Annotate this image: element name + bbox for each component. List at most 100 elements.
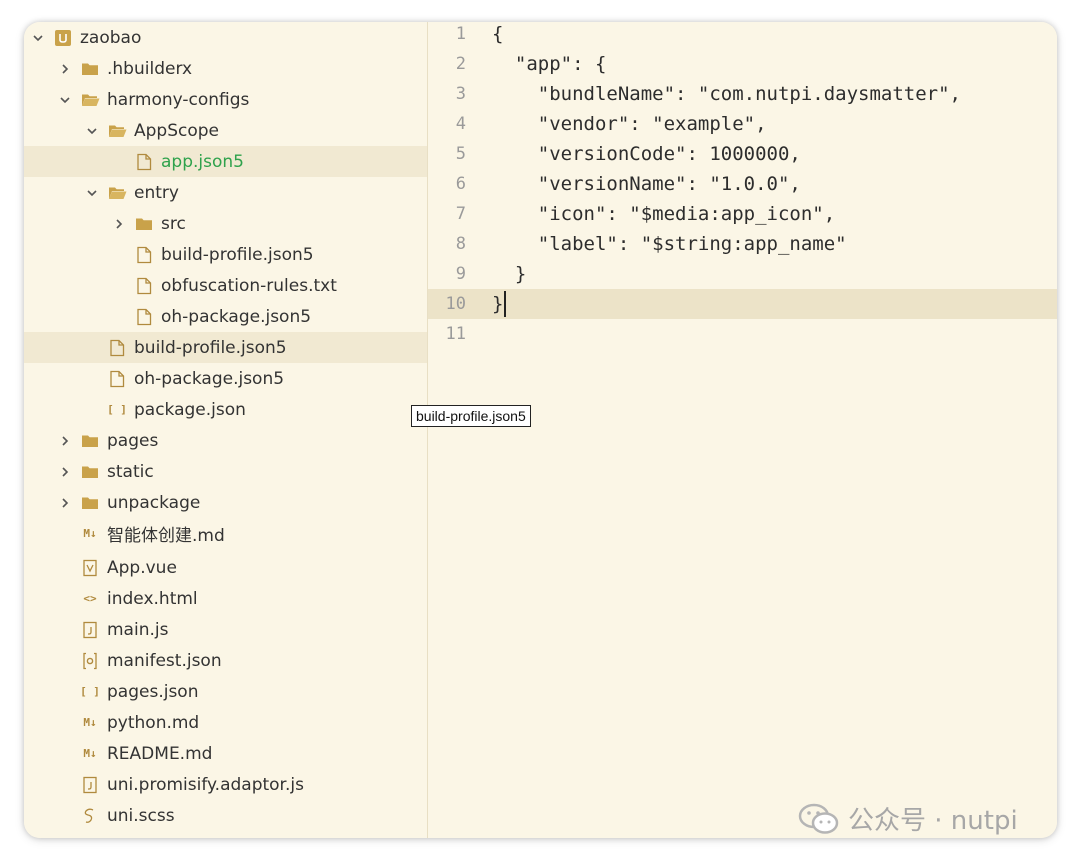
- folder-icon: [79, 493, 101, 513]
- scss-file-icon: [79, 806, 101, 826]
- tree-item-label: main.js: [107, 619, 169, 640]
- line-number: 11: [445, 324, 466, 344]
- vue-file-icon: [79, 558, 101, 578]
- code-line[interactable]: 6 "versionName": "1.0.0",: [428, 169, 1057, 199]
- chevron-right-icon[interactable]: [57, 466, 73, 478]
- tree-item-label: static: [107, 461, 154, 482]
- tree-item-label: index.html: [107, 588, 198, 609]
- tree-item[interactable]: M↓ python.md: [24, 707, 427, 738]
- tree-item-label: entry: [134, 182, 179, 203]
- tree-item-label: uni.scss: [107, 805, 175, 826]
- wechat-icon: [798, 803, 839, 834]
- tree-item[interactable]: oh-package.json5: [24, 363, 427, 394]
- folder-icon: [79, 59, 101, 79]
- tree-item[interactable]: obfuscation-rules.txt: [24, 270, 427, 301]
- folder-icon: [79, 431, 101, 451]
- project-explorer: zaobao .hbuilderx harmony-configs AppScope a…: [24, 22, 428, 838]
- tree-item-label: README.md: [107, 743, 213, 764]
- tree-item-label: App.vue: [107, 557, 177, 578]
- line-number: 3: [455, 84, 466, 104]
- file-icon: [133, 276, 155, 296]
- file-icon: [133, 307, 155, 327]
- tree-item[interactable]: static: [24, 456, 427, 487]
- tree-item-label: pages.json: [107, 681, 199, 702]
- line-number: 10: [445, 294, 466, 314]
- current-code-line[interactable]: 10}: [428, 289, 1057, 319]
- tree-item[interactable]: [ ] pages.json: [24, 676, 427, 707]
- json-file-icon: [ ]: [80, 685, 100, 698]
- tree-item[interactable]: .hbuilderx: [24, 53, 427, 84]
- tree-item-label: manifest.json: [107, 650, 222, 671]
- tree-item-label: 智能体创建.md: [107, 526, 225, 546]
- code-text: {: [492, 23, 504, 45]
- tree-item[interactable]: unpackage: [24, 487, 427, 518]
- tree-item[interactable]: app.json5: [24, 146, 427, 177]
- filename-tooltip: build-profile.json5: [411, 405, 531, 427]
- tree-item-label: zaobao: [80, 27, 142, 48]
- code-line[interactable]: 4 "vendor": "example",: [428, 109, 1057, 139]
- tree-item-label: python.md: [107, 712, 200, 733]
- tree-item[interactable]: manifest.json: [24, 645, 427, 676]
- tree-item-label: pages: [107, 430, 159, 451]
- line-number: 8: [455, 234, 466, 254]
- watermark-text: 公众号 · nutpi: [848, 806, 1018, 836]
- tree-item[interactable]: main.js: [24, 614, 427, 645]
- code-text: "app": {: [492, 53, 607, 75]
- code-line[interactable]: 2 "app": {: [428, 49, 1057, 79]
- code-line[interactable]: 7 "icon": "$media:app_icon",: [428, 199, 1057, 229]
- tree-item[interactable]: <> index.html: [24, 583, 427, 614]
- code-line[interactable]: 5 "versionCode": 1000000,: [428, 139, 1057, 169]
- tree-item-label: package.json: [134, 399, 246, 420]
- file-icon: [133, 152, 155, 172]
- file-icon: [133, 245, 155, 265]
- tree-item[interactable]: entry: [24, 177, 427, 208]
- chevron-right-icon[interactable]: [57, 63, 73, 75]
- code-line[interactable]: 8 "label": "$string:app_name": [428, 229, 1057, 259]
- tree-item[interactable]: pages: [24, 425, 427, 456]
- chevron-right-icon[interactable]: [57, 435, 73, 447]
- line-number: 7: [455, 204, 466, 224]
- tree-item-label: harmony-configs: [107, 89, 250, 110]
- code-line[interactable]: 3 "bundleName": "com.nutpi.daysmatter",: [428, 79, 1057, 109]
- file-icon: [106, 369, 128, 389]
- code-line[interactable]: 1{: [428, 22, 1057, 49]
- code-line[interactable]: 9 }: [428, 259, 1057, 289]
- chevron-down-icon[interactable]: [84, 125, 100, 137]
- folder-open-icon: [79, 90, 101, 110]
- tree-item[interactable]: harmony-configs: [24, 84, 427, 115]
- tree-item[interactable]: M↓ 智能体创建.md: [24, 518, 427, 549]
- line-number: 4: [455, 114, 466, 134]
- code-text: }: [492, 263, 527, 285]
- tree-item[interactable]: build-profile.json5: [24, 332, 427, 363]
- code-line[interactable]: 11: [428, 319, 1057, 349]
- chevron-right-icon[interactable]: [57, 497, 73, 509]
- line-number: 9: [455, 264, 466, 284]
- line-number: 2: [455, 54, 466, 74]
- code-text: "vendor": "example",: [492, 113, 767, 135]
- code-text: "versionCode": 1000000,: [492, 143, 801, 165]
- file-icon: [106, 338, 128, 358]
- tree-item[interactable]: src: [24, 208, 427, 239]
- js-file-icon: [79, 775, 101, 795]
- tree-item[interactable]: oh-package.json5: [24, 301, 427, 332]
- code-text: "label": "$string:app_name": [492, 233, 847, 255]
- chevron-down-icon[interactable]: [30, 32, 46, 44]
- chevron-down-icon[interactable]: [84, 187, 100, 199]
- chevron-right-icon[interactable]: [111, 218, 127, 230]
- code-text: "icon": "$media:app_icon",: [492, 203, 836, 225]
- tree-item[interactable]: uni.promisify.adaptor.js: [24, 769, 427, 800]
- tree-item[interactable]: [ ] package.json: [24, 394, 427, 425]
- editor-window: zaobao .hbuilderx harmony-configs AppScope a…: [24, 22, 1057, 838]
- tree-item-label: build-profile.json5: [134, 337, 287, 358]
- tree-item[interactable]: AppScope: [24, 115, 427, 146]
- chevron-down-icon[interactable]: [57, 94, 73, 106]
- tree-item[interactable]: M↓ README.md: [24, 738, 427, 769]
- tree-item[interactable]: uni.scss: [24, 800, 427, 831]
- project-icon: [52, 28, 74, 48]
- watermark: 公众号 · nutpi: [798, 800, 1018, 837]
- tree-item[interactable]: App.vue: [24, 552, 427, 583]
- code-text: "bundleName": "com.nutpi.daysmatter",: [492, 83, 961, 105]
- code-editor[interactable]: 1{2 "app": {3 "bundleName": "com.nutpi.d…: [428, 22, 1057, 838]
- tree-item[interactable]: zaobao: [24, 22, 427, 53]
- tree-item[interactable]: build-profile.json5: [24, 239, 427, 270]
